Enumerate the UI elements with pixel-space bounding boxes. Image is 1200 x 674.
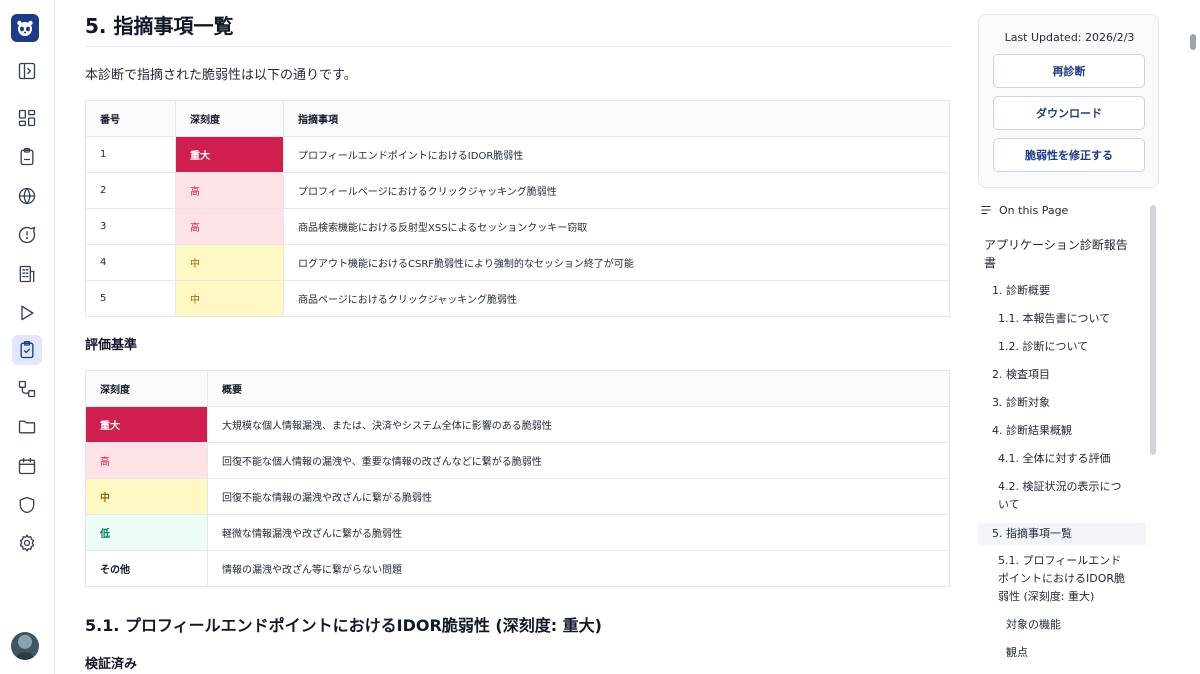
finding-title: 商品ページにおけるクリックジャッキング脆弱性 — [283, 280, 950, 317]
table-of-contents: アプリケーション診断報告 書 1. 診断概要 1.1. 本報告書について 1.2… — [978, 230, 1146, 674]
finding-number: 2 — [85, 172, 176, 209]
table-row: 低 軽微な情報漏洩や改ざんに繋がる脆弱性 — [85, 514, 950, 551]
toc-item-5-1-cont[interactable]: ポイントにおけるIDOR脆 — [998, 570, 1125, 588]
toc-item-4-1[interactable]: 4.1. 全体に対する評価 — [998, 450, 1111, 468]
toc-item-1[interactable]: 1. 診断概要 — [992, 282, 1050, 300]
list-icon — [981, 206, 991, 214]
workflow-icon[interactable] — [12, 374, 42, 404]
finding-title: プロフィールページにおけるクリックジャッキング脆弱性 — [283, 172, 950, 209]
toc-scrollbar[interactable] — [1150, 205, 1156, 455]
shield-icon[interactable] — [12, 490, 42, 520]
panda-logo-icon — [17, 20, 33, 36]
finding-number: 3 — [85, 208, 176, 245]
toc-heading: On this Page — [979, 203, 1068, 217]
toc-item-1-2[interactable]: 1.2. 診断について — [998, 338, 1088, 356]
play-icon[interactable] — [12, 298, 42, 328]
fix-vulnerability-button[interactable]: 脆弱性を修正する — [993, 138, 1145, 172]
toc-item-4-2[interactable]: 4.2. 検証状況の表示につ — [998, 478, 1122, 496]
toc-item-report-cont[interactable]: 書 — [984, 254, 996, 272]
header-summary: 概要 — [207, 370, 950, 407]
criteria-description: 回復不能な情報の漏洩や改ざんに繋がる脆弱性 — [207, 478, 950, 515]
intro-text: 本診断で指摘された脆弱性は以下の通りです。 — [85, 68, 357, 83]
header-severity: 深刻度 — [175, 100, 284, 137]
table-row: 重大 大規模な個人情報漏洩、または、決済やシステム全体に影響のある脆弱性 — [85, 406, 950, 443]
table-row: 2 高 プロフィールページにおけるクリックジャッキング脆弱性 — [85, 172, 950, 209]
toc-item-5-1-cont2[interactable]: 弱性 (深刻度: 重大) — [998, 588, 1094, 606]
sidebar-toggle-icon[interactable] — [12, 56, 42, 86]
toc-item-3[interactable]: 3. 診断対象 — [992, 394, 1050, 412]
page-title: 5. 指摘事項一覧 — [85, 14, 234, 38]
severity-badge: 高 — [175, 172, 284, 209]
title-divider — [85, 46, 950, 47]
toc-item-4-2-cont[interactable]: いて — [998, 496, 1020, 514]
checklist-icon[interactable] — [12, 335, 42, 365]
table-row: 中 回復不能な情報の漏洩や改ざんに繋がる脆弱性 — [85, 478, 950, 515]
toc-item-target[interactable]: 対象の機能 — [1006, 616, 1061, 634]
toc-item-5[interactable]: 5. 指摘事項一覧 — [978, 523, 1146, 545]
calendar-icon[interactable] — [12, 451, 42, 481]
folder-icon[interactable] — [12, 412, 42, 442]
table-row: 高 回復不能な個人情報の漏洩や、重要な情報の改ざんなどに繋がる脆弱性 — [85, 442, 950, 479]
criteria-description: 軽微な情報漏洩や改ざんに繋がる脆弱性 — [207, 514, 950, 551]
toc-heading-label: On this Page — [999, 203, 1069, 217]
main-content: 5. 指摘事項一覧 本診断で指摘された脆弱性は以下の通りです。 番号 深刻度 指… — [85, 0, 950, 674]
table-header-row: 深刻度 概要 — [85, 370, 950, 407]
toc-item-viewpoint[interactable]: 観点 — [1006, 644, 1028, 662]
page-scrollbar[interactable] — [1190, 34, 1196, 50]
toc-item-5-1[interactable]: 5.1. プロフィールエンド — [998, 552, 1121, 570]
severity-badge: 中 — [175, 280, 284, 317]
header-finding: 指摘事項 — [283, 100, 950, 137]
criteria-description: 回復不能な個人情報の漏洩や、重要な情報の改ざんなどに繋がる脆弱性 — [207, 442, 950, 479]
dashboard-icon[interactable] — [12, 103, 42, 133]
table-row: 3 高 商品検索機能における反射型XSSによるセッションクッキー窃取 — [85, 208, 950, 245]
clipboard-icon[interactable] — [12, 142, 42, 172]
left-rail — [0, 0, 55, 674]
download-button[interactable]: ダウンロード — [993, 96, 1145, 130]
criteria-table: 深刻度 概要 重大 大規模な個人情報漏洩、または、決済やシステム全体に影響のある… — [85, 370, 950, 587]
toc-item-2[interactable]: 2. 検査項目 — [992, 366, 1050, 384]
finding-title: ログアウト機能におけるCSRF脆弱性により強制的なセッション終了が可能 — [283, 244, 950, 281]
findings-table: 番号 深刻度 指摘事項 1 重大 プロフィールエンドポイントにおけるIDOR脆弱… — [85, 100, 950, 317]
severity-badge: 重大 — [85, 406, 208, 443]
finding-number: 4 — [85, 244, 176, 281]
severity-badge: 高 — [85, 442, 208, 479]
rescan-button[interactable]: 再診断 — [993, 54, 1145, 88]
toc-item-report[interactable]: アプリケーション診断報告 — [984, 236, 1128, 254]
severity-badge: その他 — [85, 550, 208, 587]
finding-title: プロフィールエンドポイントにおけるIDOR脆弱性 — [283, 136, 950, 173]
severity-badge: 高 — [175, 208, 284, 245]
section-heading: 5.1. プロフィールエンドポイントにおけるIDOR脆弱性 (深刻度: 重大) — [85, 616, 602, 635]
table-header-row: 番号 深刻度 指摘事項 — [85, 100, 950, 137]
criteria-description: 大規模な個人情報漏洩、または、決済やシステム全体に影響のある脆弱性 — [207, 406, 950, 443]
table-row: 4 中 ログアウト機能におけるCSRF脆弱性により強制的なセッション終了が可能 — [85, 244, 950, 281]
building-icon[interactable] — [12, 259, 42, 289]
severity-badge: 低 — [85, 514, 208, 551]
severity-badge: 中 — [175, 244, 284, 281]
toc-item-1-1[interactable]: 1.1. 本報告書について — [998, 310, 1110, 328]
severity-badge: 中 — [85, 478, 208, 515]
table-row: 5 中 商品ページにおけるクリックジャッキング脆弱性 — [85, 280, 950, 317]
finding-number: 1 — [85, 136, 176, 173]
gear-icon[interactable] — [12, 528, 42, 558]
table-row: 1 重大 プロフィールエンドポイントにおけるIDOR脆弱性 — [85, 136, 950, 173]
report-actions-card: Last Updated: 2026/2/3 再診断 ダウンロード 脆弱性を修正… — [978, 14, 1159, 188]
header-severity: 深刻度 — [85, 370, 208, 407]
finding-title: 商品検索機能における反射型XSSによるセッションクッキー窃取 — [283, 208, 950, 245]
criteria-description: 情報の漏洩や改ざん等に繋がらない問題 — [207, 550, 950, 587]
subsection-heading: 検証済み — [85, 657, 138, 672]
last-updated: Last Updated: 2026/2/3 — [1004, 31, 1135, 44]
finding-number: 5 — [85, 280, 176, 317]
app-logo[interactable] — [11, 14, 39, 42]
header-number: 番号 — [85, 100, 176, 137]
criteria-heading: 評価基準 — [85, 338, 138, 353]
table-row: その他 情報の漏洩や改ざん等に繋がらない問題 — [85, 550, 950, 587]
toc-item-4[interactable]: 4. 診断結果概観 — [992, 422, 1072, 440]
avatar[interactable] — [11, 632, 39, 660]
chat-icon[interactable] — [12, 220, 42, 250]
globe-icon[interactable] — [12, 181, 42, 211]
severity-badge: 重大 — [175, 136, 284, 173]
